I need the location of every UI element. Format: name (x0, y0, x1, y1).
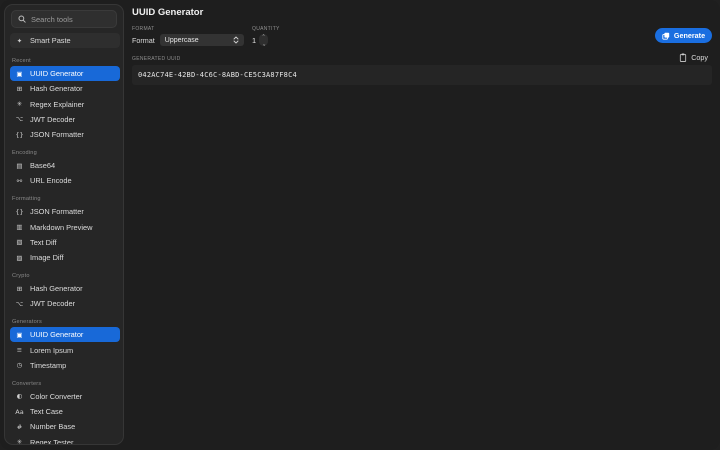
sidebar-item-image-diff[interactable]: ▨ Image Diff (10, 250, 120, 265)
braces-icon: {} (15, 207, 24, 216)
quantity-label: QUANTITY (252, 26, 280, 32)
braces-icon: {} (15, 130, 24, 139)
sidebar-nav: ✦ Smart Paste Recent ▣ UUID Generator ⊞ Hash G… (10, 33, 120, 445)
sidebar-item-label: JWT Decoder (30, 114, 76, 124)
sidebar-item-lorem-ipsum[interactable]: ≡ Lorem Ipsum (10, 342, 120, 357)
sidebar-item-smart-paste[interactable]: ✦ Smart Paste (10, 33, 120, 49)
diff-icon: ▧ (16, 238, 23, 247)
main-panel: UUID Generator FORMAT QUANTITY Format Up… (132, 0, 720, 450)
sidebar-item-label: UUID Generator (30, 69, 84, 79)
key-icon: ⌥ (15, 299, 24, 308)
quantity-stepper[interactable]: ⌃ ⌃ (259, 34, 269, 46)
sidebar-item-label: Lorem Ipsum (30, 345, 74, 355)
sidebar-item-hash-generator[interactable]: ⊞ Hash Generator (10, 81, 120, 96)
sidebar-item-label: Regex Explainer (30, 99, 85, 109)
sidebar-item-label: Text Diff (30, 237, 57, 247)
sidebar-item-label: Timestamp (30, 360, 67, 370)
sidebar-item-json-formatter[interactable]: {} JSON Formatter (10, 127, 120, 142)
sidebar-item-label: Regex Tester (30, 437, 74, 445)
sidebar-item-timestamp[interactable]: ◷ Timestamp (10, 358, 120, 373)
copy-stack-icon (662, 32, 670, 40)
markdown-icon: ▥ (16, 223, 23, 232)
quantity-row: 1 ⌃ ⌃ (252, 34, 269, 46)
format-row: Format Uppercase (132, 34, 244, 46)
sidebar-item-uuid-generator[interactable]: ▣ UUID Generator (10, 327, 120, 343)
app-window: ✦ Smart Paste Recent ▣ UUID Generator ⊞ Hash G… (0, 0, 720, 450)
sidebar: ✦ Smart Paste Recent ▣ UUID Generator ⊞ Hash G… (4, 4, 124, 445)
text-case-icon: Aa (15, 407, 24, 416)
base64-icon: ▤ (16, 161, 23, 170)
search-icon (18, 15, 26, 23)
sidebar-section-recent: Recent (12, 57, 31, 64)
format-select[interactable]: Uppercase (159, 34, 244, 46)
sparkle-icon: ✦ (16, 36, 23, 45)
sidebar-item-hash-generator[interactable]: ⊞ Hash Generator (10, 281, 120, 296)
sidebar-item-url-encode[interactable]: ⚯ URL Encode (10, 173, 120, 188)
format-select-value: Uppercase (164, 36, 199, 44)
sidebar-section-formatting: Formatting (12, 196, 41, 203)
sidebar-item-markdown-preview[interactable]: ▥ Markdown Preview (10, 219, 120, 234)
stepper-down-icon[interactable]: ⌃ (262, 40, 266, 46)
generate-button[interactable]: Generate (655, 28, 712, 43)
sidebar-item-jwt-decoder[interactable]: ⌥ JWT Decoder (10, 112, 120, 127)
page-title: UUID Generator (132, 7, 204, 18)
hash-icon: ⊞ (16, 284, 23, 293)
sidebar-item-label: URL Encode (30, 176, 72, 186)
sidebar-item-label: Number Base (30, 422, 76, 432)
chevron-updown-icon (233, 36, 239, 44)
sidebar-item-number-base[interactable]: # Number Base (10, 419, 120, 434)
sidebar-item-base64[interactable]: ▤ Base64 (10, 158, 120, 173)
uuid-output[interactable]: 042AC74E-42BD-4C6C-8ABD-CE5C3A87F8C4 (132, 65, 712, 85)
palette-icon: ◐ (16, 392, 23, 401)
sidebar-item-label: Markdown Preview (30, 222, 93, 232)
sidebar-item-label: JWT Decoder (30, 299, 76, 309)
format-label: Format (132, 35, 155, 45)
sidebar-item-regex-tester[interactable]: ✳ Regex Tester (10, 435, 120, 445)
format-section-label: FORMAT (132, 26, 155, 32)
link-icon: ⚯ (16, 176, 23, 185)
key-icon: ⌥ (15, 115, 24, 124)
sidebar-item-uuid-generator[interactable]: ▣ UUID Generator (10, 65, 120, 82)
sidebar-item-label: JSON Formatter (30, 207, 84, 217)
clipboard-icon (680, 53, 687, 62)
sidebar-item-json-formatter[interactable]: {} JSON Formatter (10, 204, 120, 219)
sidebar-section-crypto: Crypto (12, 272, 30, 279)
sidebar-item-jwt-decoder[interactable]: ⌥ JWT Decoder (10, 296, 120, 311)
number-icon: # (16, 422, 23, 431)
sidebar-item-label: Text Case (30, 407, 63, 417)
clock-icon: ◷ (16, 361, 23, 370)
sidebar-item-label: Smart Paste (30, 36, 71, 46)
sidebar-section-generators: Generators (12, 319, 42, 326)
sidebar-item-label: Image Diff (30, 253, 64, 263)
quantity-value[interactable]: 1 (252, 36, 256, 45)
sidebar-item-text-case[interactable]: Aa Text Case (10, 404, 120, 419)
uuid-icon: ▣ (16, 330, 23, 339)
hash-icon: ⊞ (16, 84, 23, 93)
copy-button-label: Copy (691, 53, 708, 62)
sidebar-item-regex-explainer[interactable]: ✳ Regex Explainer (10, 96, 120, 111)
search-input[interactable] (31, 14, 111, 24)
sidebar-item-label: Color Converter (30, 391, 83, 401)
sidebar-item-label: Hash Generator (30, 284, 83, 294)
sidebar-item-label: JSON Formatter (30, 130, 84, 140)
sidebar-item-label: Hash Generator (30, 84, 83, 94)
sidebar-item-color-converter[interactable]: ◐ Color Converter (10, 389, 120, 404)
copy-button[interactable]: Copy (679, 53, 708, 62)
sidebar-item-label: Base64 (30, 161, 56, 171)
output-label: GENERATED UUID (132, 56, 181, 62)
sidebar-item-text-diff[interactable]: ▧ Text Diff (10, 235, 120, 250)
search-box[interactable] (11, 10, 117, 28)
sidebar-section-encoding: Encoding (12, 149, 37, 156)
regex-icon: ✳ (16, 100, 23, 109)
sidebar-item-label: UUID Generator (30, 330, 84, 340)
sidebar-section-converters: Converters (12, 380, 42, 387)
uuid-icon: ▣ (16, 69, 23, 78)
generate-button-label: Generate (673, 31, 706, 40)
regex-icon: ✳ (16, 438, 23, 445)
list-icon: ≡ (16, 346, 23, 355)
image-icon: ▨ (16, 253, 23, 262)
